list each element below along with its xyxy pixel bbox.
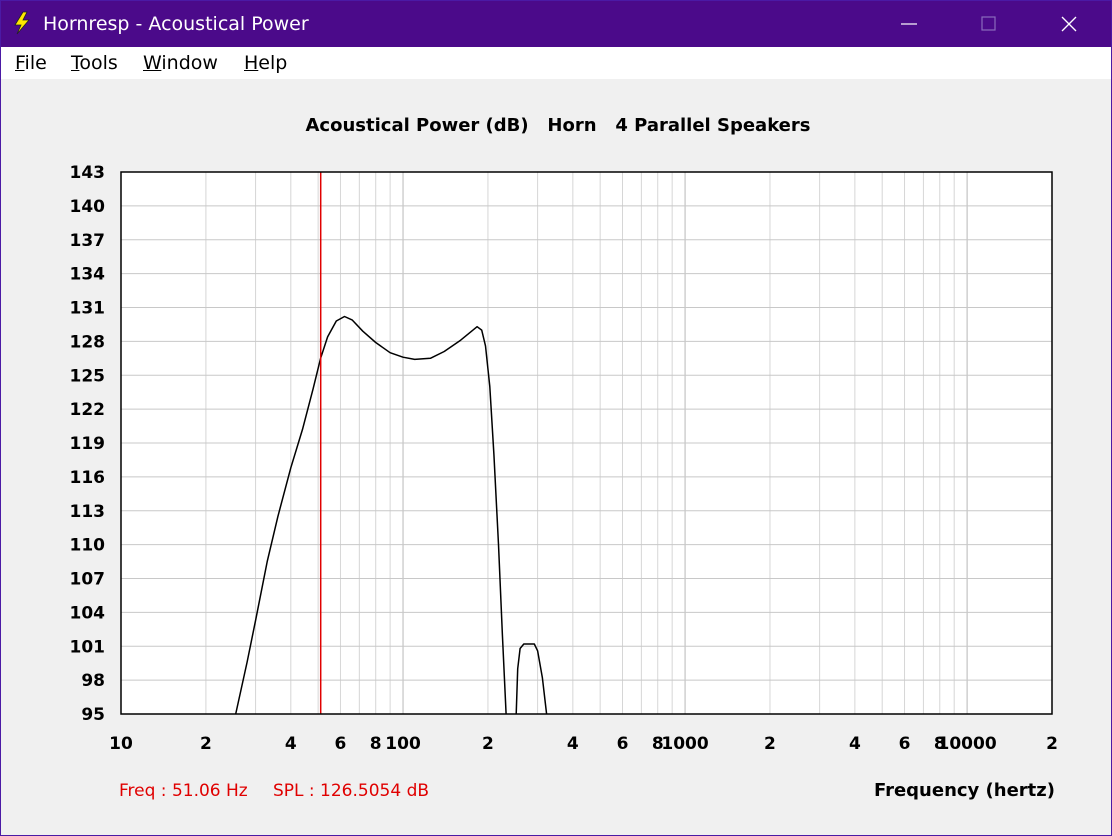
- close-button[interactable]: [1041, 1, 1097, 47]
- cursor-frequency-readout: Freq : 51.06 Hz: [119, 781, 248, 801]
- minimize-icon: [901, 23, 917, 25]
- title-bar[interactable]: Hornresp - Acoustical Power: [1, 1, 1111, 47]
- y-tick-label: 119: [70, 434, 106, 454]
- y-tick-label: 143: [70, 163, 106, 183]
- minimize-button[interactable]: [881, 1, 937, 47]
- lightning-icon: [11, 11, 33, 35]
- x-tick-label: 100: [385, 734, 421, 754]
- y-tick-label: 110: [70, 536, 106, 556]
- y-tick-label: 104: [70, 603, 106, 623]
- menu-window-label: indow: [161, 52, 218, 74]
- y-tick-label: 128: [70, 332, 106, 352]
- y-tick-label: 98: [81, 671, 105, 691]
- menu-help-label: elp: [258, 52, 288, 74]
- menu-file-mnemonic: F: [15, 52, 25, 74]
- x-tick-label: 10: [109, 734, 133, 754]
- x-tick-label: 2: [482, 734, 494, 754]
- x-tick-label: 6: [617, 734, 629, 754]
- y-tick-label: 131: [70, 299, 106, 319]
- y-tick-label: 101: [70, 637, 106, 657]
- close-icon: [1061, 16, 1077, 32]
- x-tick-label: 4: [849, 734, 861, 754]
- y-tick-label: 113: [70, 502, 106, 522]
- x-tick-label: 6: [335, 734, 347, 754]
- y-tick-label: 122: [70, 400, 106, 420]
- menu-file[interactable]: File: [15, 52, 47, 74]
- maximize-button[interactable]: [961, 1, 1017, 47]
- menu-tools[interactable]: Tools: [71, 52, 118, 74]
- menu-window-mnemonic: W: [143, 52, 162, 74]
- y-tick-label: 125: [70, 366, 106, 386]
- x-tick-label: 2: [1046, 734, 1058, 754]
- hornresp-window: Hornresp - Acoustical Power File Tools W…: [0, 0, 1112, 836]
- y-tick-label: 116: [70, 468, 106, 488]
- y-tick-label: 107: [70, 570, 106, 590]
- acoustical-power-chart[interactable]: 143 140 137 134 131 128 125 122 119 116 113 110 107 1…: [1, 79, 1111, 835]
- y-tick-label: 95: [81, 705, 105, 725]
- cursor-spl-readout: SPL : 126.5054 dB: [273, 781, 430, 801]
- maximize-icon: [981, 16, 996, 31]
- x-tick-label: 4: [567, 734, 579, 754]
- chart-area[interactable]: Acoustical Power (dB) Horn 4 Parallel Sp…: [1, 79, 1111, 835]
- x-tick-label: 10000: [938, 734, 997, 754]
- x-tick-label: 1000: [661, 734, 708, 754]
- menu-help-mnemonic: H: [244, 52, 259, 74]
- y-tick-label: 137: [70, 231, 106, 251]
- x-tick-label: 8: [370, 734, 382, 754]
- y-tick-label: 134: [70, 265, 106, 285]
- x-tick-label: 4: [285, 734, 297, 754]
- menu-help[interactable]: Help: [244, 52, 287, 74]
- x-axis-label: Frequency (hertz): [873, 780, 1055, 801]
- x-tick-label: 2: [200, 734, 212, 754]
- menu-bar: File Tools Window Help: [1, 47, 1111, 79]
- y-tick-label: 140: [70, 197, 106, 217]
- menu-tools-label: ools: [79, 52, 118, 74]
- window-title: Hornresp - Acoustical Power: [43, 13, 309, 35]
- x-tick-label: 2: [764, 734, 776, 754]
- menu-file-label: ile: [24, 52, 47, 74]
- menu-window[interactable]: Window: [143, 52, 218, 74]
- x-tick-label: 6: [899, 734, 911, 754]
